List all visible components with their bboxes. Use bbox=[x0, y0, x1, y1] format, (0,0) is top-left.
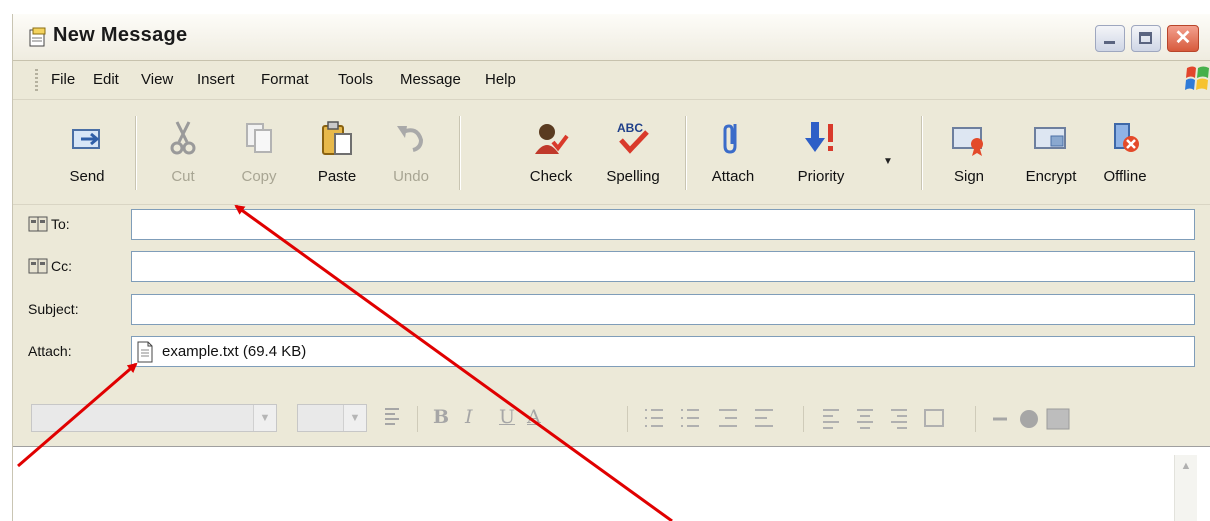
paste-button[interactable]: Paste bbox=[305, 110, 369, 194]
font-size-select[interactable]: ▼ bbox=[297, 404, 367, 432]
menu-file[interactable]: File bbox=[51, 71, 75, 88]
encrypt-button[interactable]: Encrypt bbox=[1019, 110, 1083, 194]
font-color-button[interactable]: A bbox=[527, 406, 541, 428]
attachment-filename[interactable]: example.txt (69.4 KB) bbox=[162, 343, 306, 360]
vertical-scrollbar[interactable]: ▲ bbox=[1174, 455, 1197, 521]
send-button[interactable]: Send bbox=[55, 110, 119, 194]
address-book-icon bbox=[28, 216, 48, 232]
format-separator bbox=[627, 406, 628, 432]
check-names-icon bbox=[535, 124, 569, 154]
cc-label[interactable]: Cc: bbox=[28, 258, 72, 274]
priority-dropdown-arrow[interactable]: ▼ bbox=[883, 156, 893, 167]
svg-text:ABC: ABC bbox=[617, 121, 643, 135]
sign-icon bbox=[952, 127, 983, 156]
bold-button[interactable]: B bbox=[433, 406, 449, 428]
chevron-down-icon: ▼ bbox=[253, 405, 276, 431]
format-separator bbox=[803, 406, 804, 432]
undo-button[interactable]: Undo bbox=[379, 110, 443, 194]
spelling-icon: ABC bbox=[617, 121, 649, 154]
attach-button[interactable]: Attach bbox=[701, 110, 765, 194]
menu-edit[interactable]: Edit bbox=[93, 71, 119, 88]
minimize-button[interactable] bbox=[1095, 25, 1125, 52]
subject-input[interactable] bbox=[131, 294, 1195, 325]
new-message-icon bbox=[29, 27, 46, 47]
priority-icon bbox=[805, 122, 833, 152]
formatting-toolbar: ▼ ▼ B I U A bbox=[13, 394, 1210, 447]
check-names-button[interactable]: Check bbox=[519, 110, 583, 194]
window-title: New Message bbox=[53, 24, 188, 46]
menu-insert[interactable]: Insert bbox=[197, 71, 235, 88]
menu-help[interactable]: Help bbox=[485, 71, 516, 88]
alignment-icons[interactable] bbox=[819, 406, 959, 432]
to-label[interactable]: To: bbox=[28, 216, 70, 232]
font-name-select[interactable]: ▼ bbox=[31, 404, 277, 432]
message-body[interactable]: ▲ bbox=[13, 446, 1210, 521]
scroll-up-icon[interactable]: ▲ bbox=[1175, 455, 1197, 477]
list-indent-icons[interactable] bbox=[641, 406, 791, 432]
to-row: To: bbox=[13, 209, 1210, 241]
menu-grip[interactable] bbox=[35, 69, 38, 91]
menu-view[interactable]: View bbox=[141, 71, 173, 88]
offline-icon bbox=[1114, 123, 1139, 152]
copy-button[interactable]: Copy bbox=[227, 110, 291, 194]
paragraph-style-icon[interactable] bbox=[383, 406, 403, 430]
subject-label: Subject: bbox=[28, 301, 79, 317]
subject-row: Subject: bbox=[13, 294, 1210, 326]
menu-bar: File Edit View Insert Format Tools Messa… bbox=[13, 61, 1210, 100]
title-bar[interactable]: New Message ✕ bbox=[13, 14, 1210, 61]
scissors-icon bbox=[170, 121, 196, 155]
windows-logo-icon bbox=[1185, 66, 1209, 90]
cc-input[interactable] bbox=[131, 251, 1195, 282]
attachment-list: example.txt (69.4 KB) bbox=[131, 336, 1195, 367]
priority-button[interactable]: Priority bbox=[789, 110, 853, 194]
text-file-icon[interactable] bbox=[136, 341, 154, 363]
spelling-button[interactable]: ABC Spelling bbox=[601, 110, 665, 194]
toolbar-separator bbox=[685, 116, 687, 190]
insert-line-picture-icons[interactable] bbox=[989, 406, 1079, 432]
offline-button[interactable]: Offline bbox=[1093, 110, 1157, 194]
address-book-icon bbox=[28, 258, 48, 274]
close-button[interactable]: ✕ bbox=[1167, 25, 1199, 52]
chevron-down-icon: ▼ bbox=[343, 405, 366, 431]
toolbar-separator bbox=[921, 116, 923, 190]
paperclip-icon bbox=[723, 124, 737, 154]
menu-format[interactable]: Format bbox=[261, 71, 309, 88]
maximize-button[interactable] bbox=[1131, 25, 1161, 52]
toolbar-separator bbox=[135, 116, 137, 190]
menu-message[interactable]: Message bbox=[400, 71, 461, 88]
new-message-window: New Message ✕ File Edit View Insert Form… bbox=[12, 14, 1210, 521]
underline-button[interactable]: U bbox=[499, 406, 515, 428]
sign-button[interactable]: Sign bbox=[937, 110, 1001, 194]
italic-button[interactable]: I bbox=[465, 406, 473, 428]
format-separator bbox=[975, 406, 976, 432]
undo-icon bbox=[397, 126, 424, 152]
attach-label: Attach: bbox=[28, 343, 72, 359]
copy-icon bbox=[246, 123, 272, 153]
encrypt-icon bbox=[1034, 127, 1066, 149]
send-icon bbox=[72, 129, 100, 149]
toolbar-separator bbox=[459, 116, 461, 190]
paste-icon bbox=[322, 121, 352, 155]
cc-row: Cc: bbox=[13, 251, 1210, 283]
main-toolbar: Send Cut Copy Paste Undo Check ABC Spell… bbox=[13, 100, 1210, 205]
attach-row: Attach: example.txt (69.4 KB) bbox=[13, 336, 1210, 368]
to-input[interactable] bbox=[131, 209, 1195, 240]
cut-button[interactable]: Cut bbox=[151, 110, 215, 194]
menu-tools[interactable]: Tools bbox=[338, 71, 373, 88]
format-separator bbox=[417, 406, 418, 432]
